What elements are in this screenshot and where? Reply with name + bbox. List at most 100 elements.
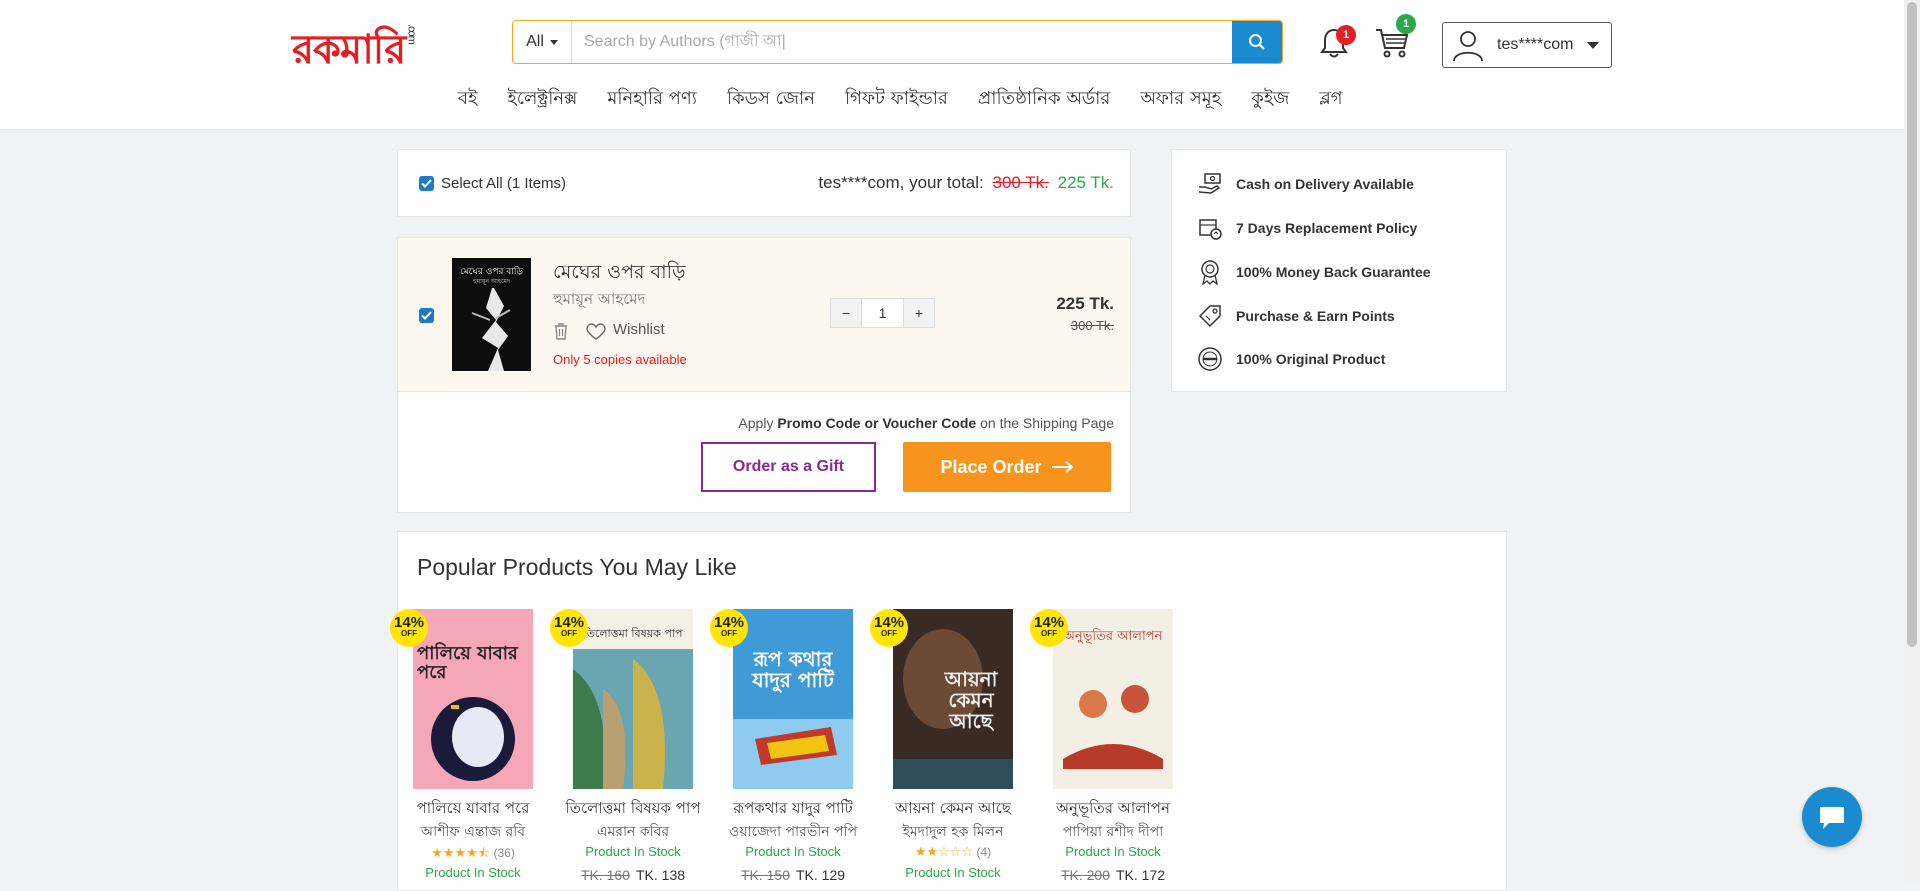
- product-cover[interactable]: তিলোত্তমা বিষয়ক পাপ: [573, 609, 693, 789]
- chat-bubble-icon: [1820, 807, 1844, 829]
- quantity-increase-button[interactable]: +: [904, 299, 934, 327]
- money-back-badge-icon: [1201, 260, 1219, 285]
- main-nav: বই ইলেক্ট্রনিক্স মনিহারি পণ্য কিডস জোন গ…: [458, 84, 1343, 115]
- product-author[interactable]: আশীফ এন্তাজ রবি: [398, 820, 548, 844]
- product-author[interactable]: পাপিয়া রশীদ দীপা: [1038, 820, 1188, 844]
- discount-off: OFF: [561, 629, 577, 638]
- chevron-down-icon: [1587, 41, 1600, 49]
- quantity-value[interactable]: 1: [861, 299, 904, 327]
- item-checkbox[interactable]: [419, 308, 434, 323]
- feature-label: Purchase & Earn Points: [1236, 308, 1395, 324]
- product-author[interactable]: এমরান কবির: [558, 820, 708, 844]
- book-cover-author: হুমায়ূন আহমেদ: [473, 278, 510, 285]
- product-cover-art: [413, 609, 533, 789]
- chat-button[interactable]: [1802, 787, 1862, 847]
- product-cover-title: আয়না কেমন আছে: [944, 667, 998, 733]
- product-cover[interactable]: আয়না কেমন আছে: [893, 609, 1013, 789]
- replacement-box-icon: [1199, 219, 1222, 240]
- search-button[interactable]: [1232, 21, 1282, 63]
- discount-percent: 14%: [393, 614, 425, 631]
- page-scrollbar[interactable]: [1904, 0, 1920, 884]
- cart-total-label: tes****com, your total:: [818, 173, 984, 192]
- star-rating-icon: ★★★★⯪: [431, 845, 491, 860]
- discount-badge: 14% OFF: [870, 609, 908, 647]
- discount-off: OFF: [721, 629, 737, 638]
- product-old-price: TK. 200: [1060, 867, 1110, 883]
- product-cover-title: পালিয়ে যাবার পরে: [417, 643, 518, 683]
- quantity-decrease-button[interactable]: −: [831, 299, 861, 327]
- nav-item-quiz[interactable]: কুইজ: [1251, 84, 1289, 115]
- item-old-price: 300 Tk.: [1070, 318, 1114, 333]
- product-title[interactable]: রূপকথার যাদুর পাটি: [718, 797, 868, 822]
- cart-total-new: 225 Tk.: [1057, 173, 1114, 192]
- cart-total: tes****com, your total: 300 Tk. 225 Tk.: [818, 173, 1114, 193]
- product-cover[interactable]: রূপ কথার যাদুর পাটি: [733, 609, 853, 789]
- book-cover[interactable]: মেঘের ওপর বাড়ি হুমায়ূন আহমেদ: [452, 258, 531, 371]
- nav-item-stationery[interactable]: মনিহারি পণ্য: [607, 84, 697, 115]
- section-title: Popular Products You May Like: [417, 554, 737, 580]
- discount-off: OFF: [881, 629, 897, 638]
- select-all-checkbox[interactable]: [419, 176, 434, 191]
- feature-label: 100% Original Product: [1236, 351, 1386, 367]
- trash-icon[interactable]: [553, 322, 569, 340]
- place-order-button[interactable]: Place Order: [903, 442, 1111, 492]
- quantity-stepper: − 1 +: [830, 298, 935, 328]
- item-title[interactable]: মেঘের ওপর বাড়ি: [553, 258, 686, 290]
- product-rating: ★★☆☆☆ (4): [878, 844, 1028, 860]
- site-header: রকমারি.com All 1 1 tes****com বই ইলেক্ট্…: [0, 0, 1904, 130]
- search-icon: [1249, 34, 1265, 50]
- user-account-menu[interactable]: tes****com: [1442, 22, 1612, 68]
- search-input[interactable]: [572, 21, 1232, 63]
- cart-summary-bar: Select All (1 Items) tes****com, your to…: [397, 149, 1131, 217]
- arrow-right-icon: [1051, 461, 1074, 473]
- product-title[interactable]: আয়না কেমন আছে: [878, 797, 1028, 822]
- product-author[interactable]: ওয়াজেদা পারভীন পপি: [718, 820, 868, 844]
- nav-item-blog[interactable]: ব্লগ: [1319, 84, 1342, 115]
- product-new-price: TK. 172: [1116, 867, 1166, 883]
- nav-item-gift-finder[interactable]: গিফট ফাইন্ডার: [845, 84, 948, 115]
- popular-products: Popular Products You May Like পালিয়ে যা…: [390, 531, 1507, 891]
- wishlist-link[interactable]: Wishlist: [613, 321, 665, 338]
- discount-percent: 14%: [553, 614, 585, 631]
- product-title[interactable]: অনুভূতির আলাপন: [1038, 797, 1188, 822]
- product-cover-title: রূপ কথার যাদুর পাটি: [752, 647, 834, 692]
- product-stock-status: Product In Stock: [425, 865, 521, 880]
- search-category-select[interactable]: All: [513, 21, 572, 63]
- product-cover-title: অনুভূতির আলাপন: [1063, 629, 1163, 644]
- product-cover[interactable]: অনুভূতির আলাপন: [1053, 609, 1173, 789]
- product-author[interactable]: ইমদাদুল হক মিলন: [878, 820, 1028, 844]
- product-title[interactable]: পালিয়ে যাবার পরে: [398, 797, 548, 822]
- rating-count: (36): [493, 846, 515, 860]
- product-stock-status: Product In Stock: [905, 865, 1001, 880]
- product-old-price: TK. 150: [740, 867, 790, 883]
- feature-replacement: 7 Days Replacement Policy: [1196, 214, 1417, 242]
- discount-percent: 14%: [1033, 614, 1065, 631]
- nav-item-offers[interactable]: অফার সমূহ: [1140, 84, 1221, 115]
- stock-warning: Only 5 copies available: [553, 352, 687, 367]
- discount-badge: 14% OFF: [710, 609, 748, 647]
- nav-item-electronics[interactable]: ইলেক্ট্রনিক্স: [507, 84, 577, 115]
- discount-badge: 14% OFF: [390, 609, 428, 647]
- product-cover[interactable]: পালিয়ে যাবার পরে: [413, 609, 533, 789]
- order-as-gift-button[interactable]: Order as a Gift: [701, 442, 876, 492]
- discount-off: OFF: [1041, 629, 1057, 638]
- service-features: Cash on Delivery Available 7 Days Replac…: [1171, 149, 1507, 392]
- nav-item-kids-zone[interactable]: কিডস জোন: [727, 84, 815, 115]
- feature-cash-on-delivery: Cash on Delivery Available: [1196, 170, 1414, 198]
- promo-prefix: Apply: [738, 415, 774, 431]
- star-rating-icon: ★★☆☆☆: [914, 844, 974, 859]
- cart-total-old: 300 Tk.: [992, 173, 1049, 192]
- feature-label: 7 Days Replacement Policy: [1236, 220, 1418, 236]
- scrollbar-thumb[interactable]: [1907, 2, 1917, 647]
- nav-item-institutional-order[interactable]: প্রাতিষ্ঠানিক অর্ডার: [978, 84, 1110, 115]
- product-title[interactable]: তিলোত্তমা বিষয়ক পাপ: [558, 797, 708, 822]
- heart-icon[interactable]: [586, 323, 606, 341]
- select-all-label[interactable]: Select All (1 Items): [441, 175, 566, 192]
- user-avatar-icon: [1453, 31, 1483, 62]
- product-old-price: TK. 160: [580, 867, 630, 883]
- rokomari-logo[interactable]: রকমারি .com: [292, 18, 417, 85]
- logo-text: রকমারি: [292, 26, 406, 73]
- search-category-label: All: [526, 33, 544, 50]
- item-author[interactable]: হুমায়ূন আহমেদ: [553, 288, 645, 313]
- nav-item-books[interactable]: বই: [458, 84, 477, 115]
